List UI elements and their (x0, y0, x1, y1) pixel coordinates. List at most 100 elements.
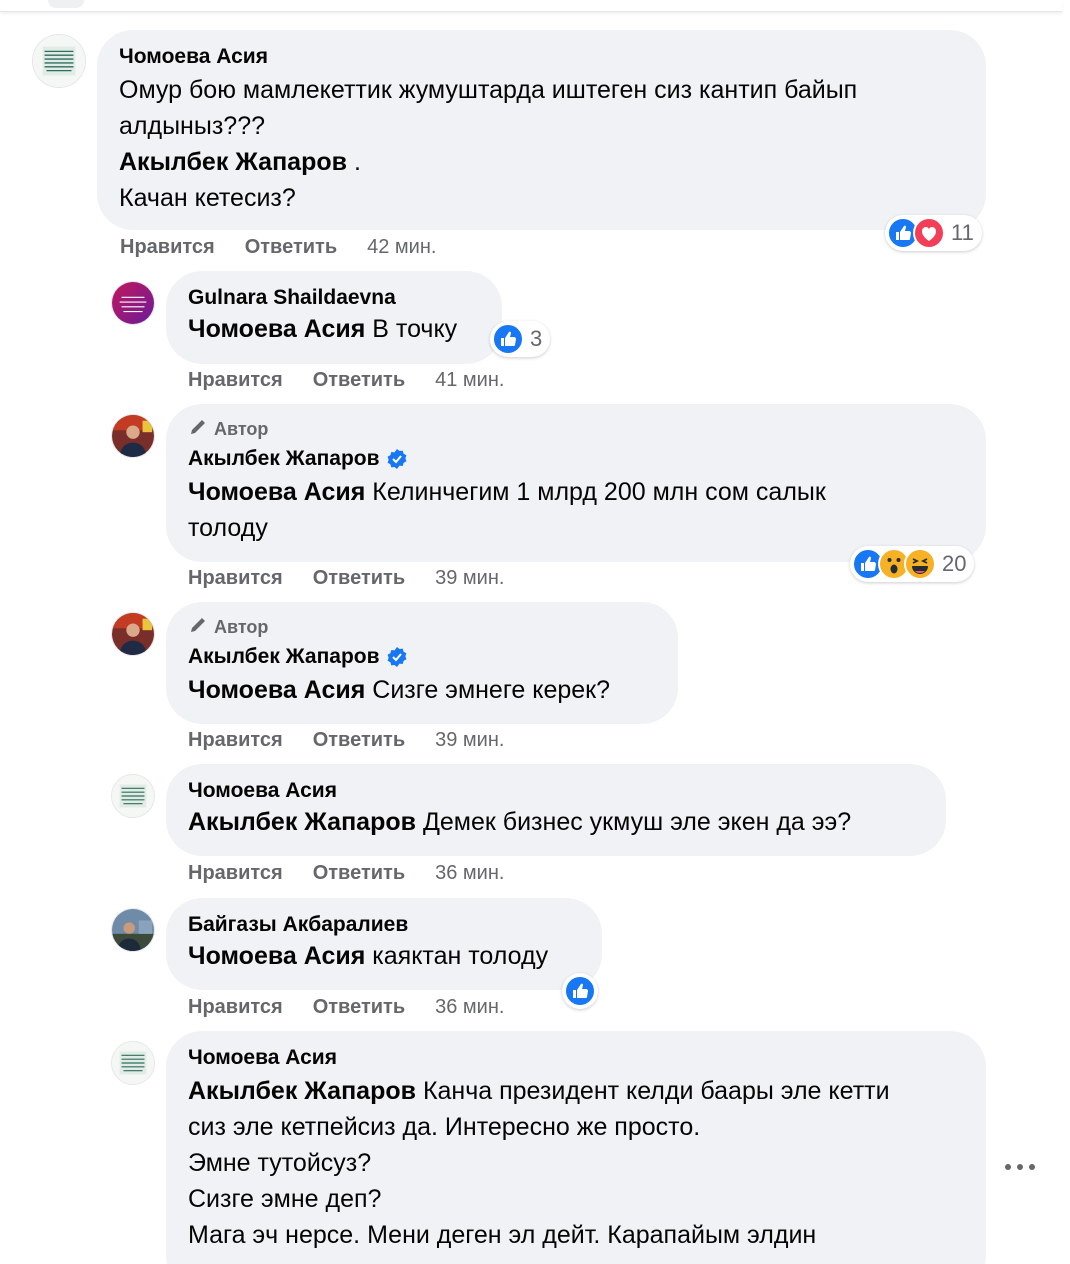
comment-bubble: Gulnara Shaildaevna Чомоева Асия В точку (166, 271, 502, 364)
comment-text: Чомоева Асия каяктан толоду (188, 938, 580, 974)
comment-author-row: Акылбек Жапаров (188, 644, 656, 670)
avatar[interactable] (111, 281, 155, 325)
reply-button[interactable]: Ответить (313, 729, 405, 752)
comment-text: Чомоева Асия Сизге эмнеге керек? (188, 672, 656, 708)
mention-suffix: . (347, 148, 361, 176)
comment-text-line: Омур бою мамлекеттик жумуштарда иштеген … (119, 76, 858, 104)
comment-text-line: Мага эч нерсе. Мени деген эл дейт. Карап… (188, 1221, 817, 1249)
top-divider (0, 0, 1062, 12)
timestamp[interactable]: 42 мин. (367, 236, 436, 259)
comment-bubble: Чомоева Асия Омур бою мамлекеттик жумушт… (97, 30, 986, 230)
comment-actions: Нравится Ответить 41 мин. (188, 369, 504, 392)
like-button[interactable]: Нравится (120, 236, 215, 259)
comment-author[interactable]: Чомоева Асия (188, 1045, 964, 1071)
like-button[interactable]: Нравится (188, 567, 283, 590)
avatar[interactable] (111, 1041, 155, 1085)
haha-icon (904, 548, 936, 580)
comment-bubble: Байгазы Акбаралиев Чомоева Асия каяктан … (166, 898, 602, 990)
comment-text-line: Чомоева Асия Келинчегим 1 млрд 200 млн с… (188, 474, 964, 510)
mention-link[interactable]: Чомоева Асия (188, 942, 365, 970)
comment-actions: Нравится Ответить 39 мин. (188, 729, 504, 752)
reaction-count: 20 (942, 551, 967, 576)
comment-text-line: Акылбек Жапаров . (119, 144, 964, 180)
avatar[interactable] (111, 774, 155, 818)
mention-link[interactable]: Акылбек Жапаров (188, 1077, 416, 1105)
comment-text-body: Сизге эмнеге керек? (372, 676, 611, 704)
dot-icon (1017, 1164, 1023, 1170)
timestamp[interactable]: 36 мин. (435, 996, 504, 1019)
comment-text: Чомоева Асия Келинчегим 1 млрд 200 млн с… (188, 474, 964, 546)
comment-text-body: каяктан толоду (372, 942, 549, 970)
comment-bubble: Автор Акылбек Жапаров Чомоева Асия Сизге… (166, 602, 678, 724)
reply-button[interactable]: Ответить (313, 567, 405, 590)
like-button[interactable]: Нравится (188, 729, 283, 752)
mention-link[interactable]: Чомоева Асия (188, 478, 365, 506)
pen-icon (191, 420, 205, 434)
comment-text-line: Акылбек Жапаров Канча президент келди ба… (188, 1073, 964, 1109)
comment-text: Омур бою мамлекеттик жумуштарда иштеген … (119, 72, 964, 216)
verified-badge-icon (386, 448, 408, 470)
reactions-summary[interactable]: 11 (885, 215, 982, 251)
reactions-summary[interactable]: 3 (490, 321, 551, 357)
comment-bubble: Чомоева Асия Акылбек Жапаров Демек бизне… (166, 764, 946, 856)
author-badge-label: Автор (214, 616, 269, 637)
avatar[interactable] (111, 612, 155, 656)
previous-comment-edge (48, 0, 84, 8)
reaction-count: 3 (530, 326, 543, 351)
comment-actions: Нравится Ответить 39 мин. (188, 567, 504, 590)
comment-author-row: Акылбек Жапаров (188, 446, 964, 472)
timestamp[interactable]: 41 мин. (435, 369, 504, 392)
comment-author[interactable]: Чомоева Асия (119, 44, 964, 70)
reply-button[interactable]: Ответить (313, 369, 405, 392)
like-icon (492, 323, 524, 355)
avatar[interactable] (32, 34, 86, 88)
author-badge: Автор (188, 418, 964, 440)
comment-text-line: Качан кетесиз? (119, 184, 296, 212)
avatar[interactable] (111, 414, 155, 458)
mention-link[interactable]: Акылбек Жапаров (119, 148, 347, 176)
timestamp[interactable]: 36 мин. (435, 862, 504, 885)
like-button[interactable]: Нравится (188, 862, 283, 885)
timestamp[interactable]: 39 мин. (435, 729, 504, 752)
reactions-summary[interactable] (562, 973, 598, 1009)
comment-text: Акылбек Жапаров Канча президент келди ба… (188, 1073, 964, 1253)
comment-text-line: сиз эле кетпейсиз да. Интересно же прост… (188, 1113, 701, 1141)
comment-actions: Нравится Ответить 42 мин. (120, 236, 436, 259)
comment-author[interactable]: Акылбек Жапаров (188, 446, 380, 472)
reply-button[interactable]: Ответить (245, 236, 337, 259)
comment-author[interactable]: Акылбек Жапаров (188, 644, 380, 670)
mention-link[interactable]: Чомоева Асия (188, 315, 365, 343)
reactions-summary[interactable]: 20 (850, 546, 975, 582)
comments-feed: Чомоева Асия Омур бою мамлекеттик жумушт… (0, 0, 1070, 1264)
comment-text: Чомоева Асия В точку (188, 311, 480, 347)
verified-badge-icon (386, 646, 408, 668)
avatar[interactable] (111, 908, 155, 952)
comment-bubble: Автор Акылбек Жапаров Чомоева Асия Келин… (166, 404, 986, 562)
comment-text-line: Сизге эмне деп? (188, 1185, 382, 1213)
love-icon (913, 217, 945, 249)
comment-author[interactable]: Чомоева Асия (188, 778, 924, 804)
comment-text-body: Канча президент келди баары эле кетти (422, 1077, 890, 1105)
reply-button[interactable]: Ответить (313, 996, 405, 1019)
mention-link[interactable]: Акылбек Жапаров (188, 808, 416, 836)
dot-icon (1005, 1164, 1011, 1170)
comment-text-line: толоду (188, 514, 268, 542)
comment-actions: Нравится Ответить 36 мин. (188, 996, 504, 1019)
comment-text: Акылбек Жапаров Демек бизнес укмуш эле э… (188, 804, 924, 840)
timestamp[interactable]: 39 мин. (435, 567, 504, 590)
dot-icon (1029, 1164, 1035, 1170)
comment-text-line: алдыныз??? (119, 112, 265, 140)
reaction-count: 11 (951, 220, 974, 245)
comment-author[interactable]: Байгазы Акбаралиев (188, 912, 580, 938)
more-options-button[interactable] (1005, 1157, 1035, 1177)
mention-link[interactable]: Чомоева Асия (188, 676, 365, 704)
comment-author[interactable]: Gulnara Shaildaevna (188, 285, 480, 311)
comment-text-body: Демек бизнес укмуш эле экен да ээ? (422, 808, 852, 836)
author-badge-label: Автор (214, 418, 269, 439)
like-button[interactable]: Нравится (188, 369, 283, 392)
reply-button[interactable]: Ответить (313, 862, 405, 885)
comment-text-body: В точку (372, 315, 458, 343)
like-button[interactable]: Нравится (188, 996, 283, 1019)
comment-text-body: Келинчегим 1 млрд 200 млн сом салык (372, 478, 826, 506)
comment-bubble: Чомоева Асия Акылбек Жапаров Канча прези… (166, 1031, 986, 1264)
